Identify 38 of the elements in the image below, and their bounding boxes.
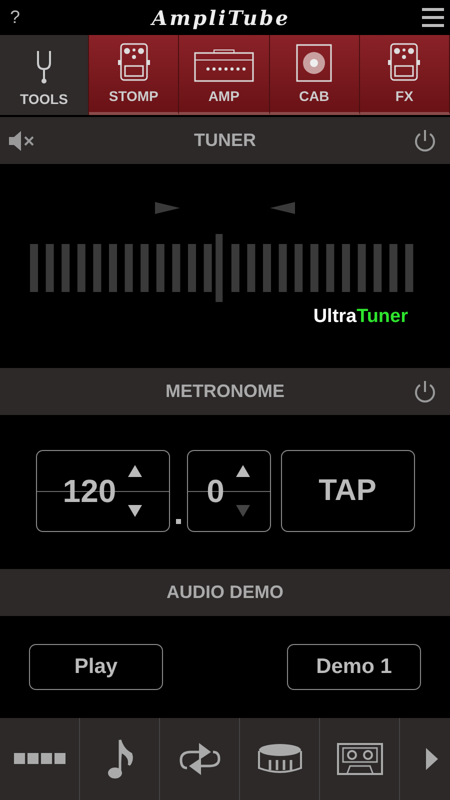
tab[interactable]: TOOLS <box>0 35 89 115</box>
tab[interactable]: CAB <box>270 35 360 115</box>
play-button[interactable]: Play <box>29 644 163 690</box>
next-arrow-icon[interactable] <box>426 748 438 770</box>
power-icon[interactable] <box>412 128 438 154</box>
power-icon[interactable] <box>412 378 438 404</box>
tab[interactable]: FX <box>360 35 450 115</box>
pedal-icon <box>118 42 150 82</box>
tab[interactable]: AMP <box>179 35 270 115</box>
amp-icon <box>194 48 254 82</box>
down-arrow-icon[interactable] <box>128 504 142 518</box>
loop-icon[interactable] <box>178 740 220 778</box>
menu-icon[interactable] <box>422 8 444 28</box>
cassette-icon[interactable] <box>336 743 382 775</box>
section-title: TUNER <box>194 130 256 151</box>
up-arrow-icon[interactable] <box>128 464 142 478</box>
tempo-value: 120 <box>62 472 116 510</box>
decimal-point <box>176 519 180 524</box>
tempo-value: 0 <box>206 472 224 510</box>
app-logo: AmpliTube <box>152 6 290 30</box>
squares-icon[interactable] <box>14 753 66 765</box>
tap-button[interactable]: TAP <box>280 450 414 532</box>
up-arrow-icon[interactable] <box>236 464 250 478</box>
section-title: METRONOME <box>166 381 284 402</box>
speaker-cabinet-icon <box>296 44 332 82</box>
drum-icon[interactable] <box>256 742 302 776</box>
tab[interactable]: STOMP <box>89 35 180 115</box>
pedal-icon <box>388 42 420 82</box>
brand-text: Tuner <box>356 306 408 327</box>
mute-icon[interactable] <box>8 128 36 152</box>
help-button[interactable]: ? <box>10 7 20 28</box>
music-note-icon[interactable] <box>106 738 132 780</box>
section-title: AUDIO DEMO <box>166 582 284 603</box>
tempo-stepper[interactable]: 120 <box>36 450 170 532</box>
tempo-stepper[interactable]: 0 <box>186 450 270 532</box>
demo-select-button[interactable]: Demo 1 <box>287 644 421 690</box>
brand-text: Ultra <box>313 306 357 327</box>
tuning-fork-icon <box>34 49 54 85</box>
